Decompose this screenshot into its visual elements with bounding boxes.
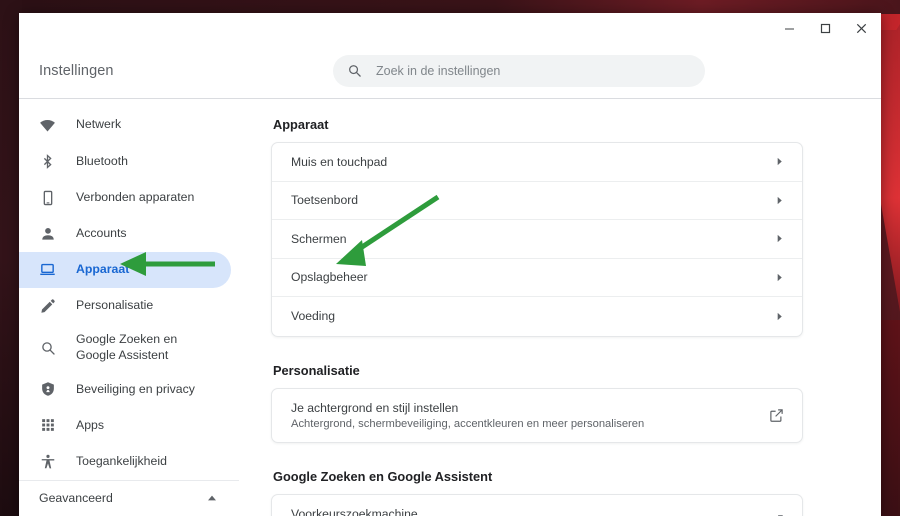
sidebar-item-netwerk[interactable]: Netwerk <box>19 107 231 143</box>
settings-row-voorkeurszoekmachine[interactable]: Voorkeurszoekmachine Google <box>272 495 802 516</box>
sidebar-item-verbonden-apparaten[interactable]: Verbonden apparaten <box>19 179 231 215</box>
sidebar-item-label: Accounts <box>76 226 127 241</box>
sidebar-item-personalisatie[interactable]: Personalisatie <box>19 288 231 324</box>
settings-row-muis-en-touchpad[interactable]: Muis en touchpad <box>272 143 802 182</box>
grid-icon <box>39 417 56 434</box>
chevron-right-icon <box>775 312 784 321</box>
sidebar-item-toegankelijkheid[interactable]: Toegankelijkheid <box>19 444 231 480</box>
row-label: Opslagbeheer <box>291 270 368 285</box>
sidebar-item-label: Apparaat <box>76 262 130 277</box>
settings-toolbar: Instellingen <box>19 43 881 99</box>
sidebar-item-label: Personalisatie <box>76 298 154 313</box>
settings-row-opslagbeheer[interactable]: Opslagbeheer <box>272 259 802 297</box>
search-box[interactable] <box>333 54 705 87</box>
sidebar-item-bluetooth[interactable]: Bluetooth <box>19 143 231 179</box>
personalisatie-card: Je achtergrond en stijl instellen Achter… <box>271 387 803 443</box>
row-title: Je achtergrond en stijl instellen <box>291 400 459 415</box>
minimize-button[interactable] <box>771 14 807 42</box>
settings-row-toetsenbord[interactable]: Toetsenbord <box>272 182 802 220</box>
minimize-icon <box>784 28 794 29</box>
settings-window: Instellingen Netwerk <box>19 13 881 516</box>
settings-content: Apparaat Muis en touchpad Toetsenbord Sc… <box>239 99 881 516</box>
sidebar-item-label: Toegankelijkheid <box>76 454 167 469</box>
chevron-right-icon <box>775 234 784 243</box>
person-icon <box>39 225 56 242</box>
search-icon <box>39 339 56 356</box>
laptop-icon <box>39 261 56 278</box>
settings-row-achtergrond-en-stijl[interactable]: Je achtergrond en stijl instellen Achter… <box>272 389 802 442</box>
sidebar-item-label: Beveiliging en privacy <box>76 381 195 396</box>
row-title: Voorkeurszoekmachine <box>291 506 418 516</box>
chevron-right-icon <box>775 157 784 166</box>
sidebar-item-label: Bluetooth <box>76 153 128 168</box>
section-title-apparaat: Apparaat <box>273 117 329 132</box>
wallpaper-top-edge <box>0 0 900 14</box>
window-body: Netwerk Bluetooth Verbonden apparaten Ac… <box>19 99 881 516</box>
sidebar-advanced-toggle[interactable]: Geavanceerd <box>19 479 239 516</box>
sidebar-item-label: Google Zoeken en Google Assistent <box>76 332 178 362</box>
chevron-right-icon <box>775 196 784 205</box>
settings-row-voeding[interactable]: Voeding <box>272 297 802 336</box>
sidebar-item-label: Verbonden apparaten <box>76 189 195 204</box>
wifi-icon <box>39 117 56 134</box>
bluetooth-icon <box>39 153 56 170</box>
phone-icon <box>39 189 56 206</box>
settings-sidebar: Netwerk Bluetooth Verbonden apparaten Ac… <box>19 99 239 516</box>
sidebar-item-accounts[interactable]: Accounts <box>19 216 231 252</box>
page-title: Instellingen <box>39 62 114 79</box>
pencil-icon <box>39 298 56 315</box>
apparaat-card: Muis en touchpad Toetsenbord Schermen Op… <box>271 142 803 337</box>
google-zoeken-card: Voorkeurszoekmachine Google <box>271 493 803 516</box>
chevron-right-icon <box>775 273 784 282</box>
row-subtitle: Achtergrond, schermbeveiliging, accentkl… <box>291 417 645 430</box>
shield-icon <box>39 381 56 398</box>
accessibility-icon <box>39 453 56 470</box>
chevron-up-icon <box>207 493 217 503</box>
window-titlebar <box>19 13 881 43</box>
sidebar-item-label: Apps <box>76 417 105 432</box>
row-label: Toetsenbord <box>291 193 359 208</box>
sidebar-item-apps[interactable]: Apps <box>19 407 231 443</box>
sidebar-item-beveiliging-en-privacy[interactable]: Beveiliging en privacy <box>19 371 231 407</box>
close-icon <box>856 23 866 33</box>
section-title-google-zoeken: Google Zoeken en Google Assistent <box>273 468 493 484</box>
close-button[interactable] <box>843 14 879 42</box>
external-link-icon[interactable] <box>769 408 784 423</box>
search-icon <box>347 63 362 78</box>
sidebar-item-google-zoeken-assistent[interactable]: Google Zoeken en Google Assistent <box>19 324 231 371</box>
settings-row-schermen[interactable]: Schermen <box>272 220 802 259</box>
search-input[interactable] <box>376 63 691 78</box>
maximize-icon <box>820 23 830 33</box>
section-title-personalisatie: Personalisatie <box>273 362 360 378</box>
sidebar-item-apparaat[interactable]: Apparaat <box>19 251 231 289</box>
sidebar-advanced-label: Geavanceerd <box>39 491 113 506</box>
maximize-button[interactable] <box>807 14 843 42</box>
row-label: Muis en touchpad <box>291 154 388 169</box>
sidebar-item-label: Netwerk <box>76 117 122 132</box>
row-label: Schermen <box>291 231 347 246</box>
row-label: Voeding <box>291 309 336 324</box>
